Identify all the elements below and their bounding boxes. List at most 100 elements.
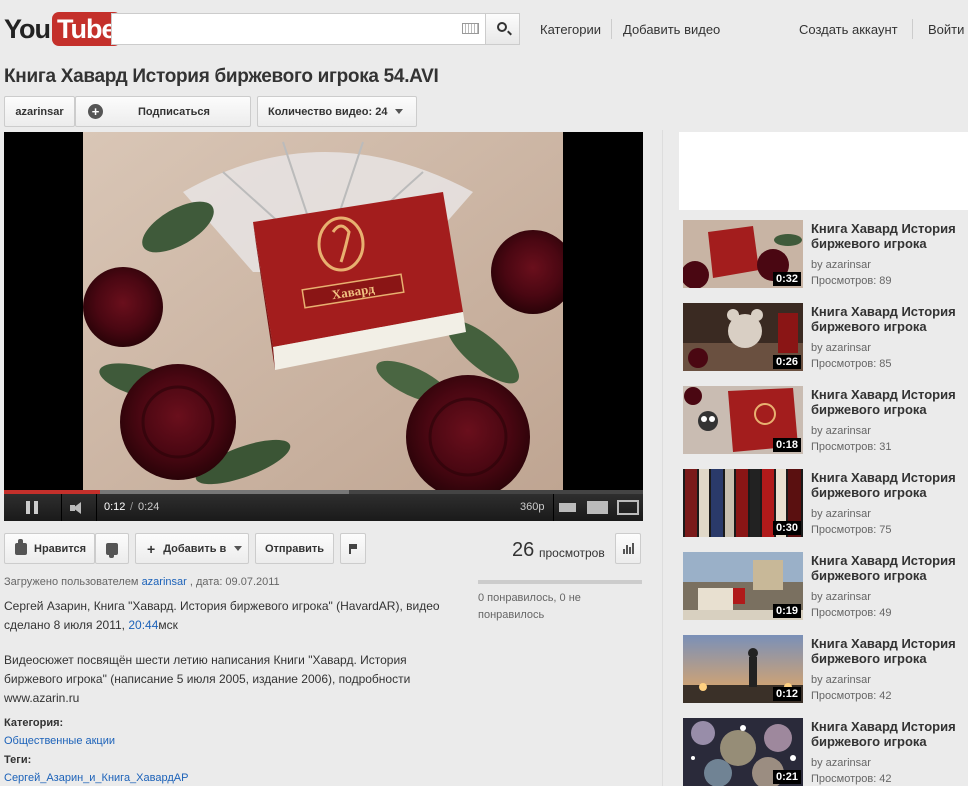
related-video-title[interactable]: Книга Хавард История биржевого игрока xyxy=(811,221,968,251)
nav-divider xyxy=(611,19,612,39)
upload-date: , дата: 09.07.2011 xyxy=(189,576,280,588)
related-video-views: Просмотров: 49 xyxy=(811,607,892,619)
subscribe-button[interactable]: + Подписаться xyxy=(75,96,251,127)
related-video-author: by azarinsar xyxy=(811,591,871,603)
related-video-item[interactable]: 0:19 Книга Хавард История биржевого игро… xyxy=(683,552,968,622)
logo-you-text: You xyxy=(4,13,51,44)
large-player-icon[interactable] xyxy=(587,501,608,514)
search-button[interactable] xyxy=(485,13,520,45)
video-title: Книга Хавард История биржевого игрока 54… xyxy=(4,66,439,87)
dislike-button[interactable] xyxy=(95,533,129,564)
uploader-link[interactable]: azarinsar xyxy=(142,576,187,588)
search-box xyxy=(111,13,485,45)
channel-name-button[interactable]: azarinsar xyxy=(4,96,75,127)
related-video-title[interactable]: Книга Хавард История биржевого игрока xyxy=(811,719,968,749)
duration-badge: 0:19 xyxy=(772,604,801,618)
create-account-link[interactable]: Создать аккаунт xyxy=(799,22,898,37)
description-paragraph: Видеосюжет посвящён шести летию написани… xyxy=(4,653,411,705)
timestamp-link[interactable]: 20:44 xyxy=(128,618,158,632)
fullscreen-icon[interactable] xyxy=(617,500,639,515)
plus-icon: + xyxy=(147,540,156,557)
related-video-title[interactable]: Книга Хавард История биржевого игрока xyxy=(811,470,968,500)
category-link[interactable]: Общественные акции xyxy=(4,735,115,747)
related-video-item[interactable]: 0:18 Книга Хавард История биржевого игро… xyxy=(683,386,968,456)
flag-icon xyxy=(349,543,357,554)
related-video-author: by azarinsar xyxy=(811,674,871,686)
related-video-item[interactable]: 0:30 Книга Хавард История биржевого игро… xyxy=(683,469,968,539)
related-video-thumbnail[interactable]: 0:12 xyxy=(683,635,803,703)
youtube-logo[interactable]: You Tube xyxy=(4,11,121,47)
quality-button[interactable]: 360p xyxy=(520,501,544,513)
flag-button[interactable] xyxy=(340,533,366,564)
stats-icon xyxy=(622,543,634,554)
pause-icon[interactable] xyxy=(26,501,38,514)
volume-icon[interactable] xyxy=(70,502,86,514)
description-text: Сергей Азарин, Книга "Хавард. История би… xyxy=(4,599,440,632)
tag-link[interactable]: Сергей_Азарин_и_Книга_ХавардАР xyxy=(4,772,188,784)
related-video-title[interactable]: Книга Хавард История биржевого игрока xyxy=(811,636,968,666)
share-button[interactable]: Отправить xyxy=(255,533,334,564)
chevron-down-icon xyxy=(395,109,404,114)
video-frame[interactable]: Хавард xyxy=(83,132,563,490)
thumbs-down-icon xyxy=(106,542,118,558)
duration-badge: 0:21 xyxy=(772,770,801,784)
controls-divider xyxy=(96,494,97,521)
related-video-item[interactable]: 0:32 Книга Хавард История биржевого игро… xyxy=(683,220,968,290)
video-count-label: Количество видео: 24 xyxy=(268,105,388,118)
controls-divider xyxy=(553,494,554,521)
related-video-thumbnail[interactable]: 0:19 xyxy=(683,552,803,620)
related-video-title[interactable]: Книга Хавард История биржевого игрока xyxy=(811,553,968,583)
time-separator: / xyxy=(130,501,134,513)
related-video-title[interactable]: Книга Хавард История биржевого игрока xyxy=(811,387,968,417)
related-video-author: by azarinsar xyxy=(811,425,871,437)
related-video-views: Просмотров: 89 xyxy=(811,275,892,287)
duration-badge: 0:32 xyxy=(772,272,801,286)
related-video-views: Просмотров: 42 xyxy=(811,773,892,785)
related-video-views: Просмотров: 85 xyxy=(811,358,892,370)
add-to-label: Добавить в xyxy=(163,542,227,555)
like-button[interactable]: Нравится xyxy=(4,533,95,564)
related-video-author: by azarinsar xyxy=(811,342,871,354)
related-video-item[interactable]: 0:12 Книга Хавард История биржевого игро… xyxy=(683,635,968,705)
video-still-image: Хавард xyxy=(83,132,563,490)
duration: 0:24 xyxy=(138,501,160,513)
related-video-thumbnail[interactable]: 0:18 xyxy=(683,386,803,454)
keyboard-icon[interactable] xyxy=(462,23,479,34)
tags-label: Теги: xyxy=(4,754,32,766)
nav-divider xyxy=(912,19,913,39)
stats-button[interactable] xyxy=(615,533,641,564)
channel-name-label: azarinsar xyxy=(15,105,64,118)
search-input[interactable] xyxy=(112,14,452,44)
player-controls: 0:12 / 0:24 360p xyxy=(4,494,643,521)
small-player-icon[interactable] xyxy=(559,503,576,512)
duration-badge: 0:30 xyxy=(772,521,801,535)
related-video-thumbnail[interactable]: 0:32 xyxy=(683,220,803,288)
nav-categories-link[interactable]: Категории xyxy=(540,22,601,37)
sidebar-divider xyxy=(662,130,663,786)
related-video-thumbnail[interactable]: 0:30 xyxy=(683,469,803,537)
related-video-item[interactable]: 0:26 Книга Хавард История биржевого игро… xyxy=(683,303,968,373)
related-video-title[interactable]: Книга Хавард История биржевого игрока xyxy=(811,304,968,334)
sign-in-link[interactable]: Войти xyxy=(928,22,964,37)
related-video-author: by azarinsar xyxy=(811,757,871,769)
like-ratio-text: 0 понравилось, 0 не понравилось xyxy=(478,592,581,621)
like-ratio-bar xyxy=(478,580,642,584)
duration-badge: 0:18 xyxy=(772,438,801,452)
related-video-thumbnail[interactable]: 0:26 xyxy=(683,303,803,371)
video-count-dropdown[interactable]: Количество видео: 24 xyxy=(257,96,417,127)
chevron-down-icon xyxy=(234,546,243,551)
like-label: Нравится xyxy=(34,542,87,555)
related-video-item[interactable]: 0:21 Книга Хавард История биржевого игро… xyxy=(683,718,968,786)
duration-badge: 0:12 xyxy=(772,687,801,701)
description-text: мск xyxy=(158,618,178,632)
duration-badge: 0:26 xyxy=(772,355,801,369)
ad-slot xyxy=(679,132,968,210)
share-label: Отправить xyxy=(264,542,325,555)
related-video-thumbnail[interactable]: 0:21 xyxy=(683,718,803,786)
video-player[interactable]: Хавард 0:12 / 0:24 360p xyxy=(4,132,643,521)
nav-upload-link[interactable]: Добавить видео xyxy=(623,22,720,37)
related-video-views: Просмотров: 75 xyxy=(811,524,892,536)
related-video-views: Просмотров: 42 xyxy=(811,690,892,702)
add-to-button[interactable]: + Добавить в xyxy=(135,533,249,564)
related-video-author: by azarinsar xyxy=(811,259,871,271)
